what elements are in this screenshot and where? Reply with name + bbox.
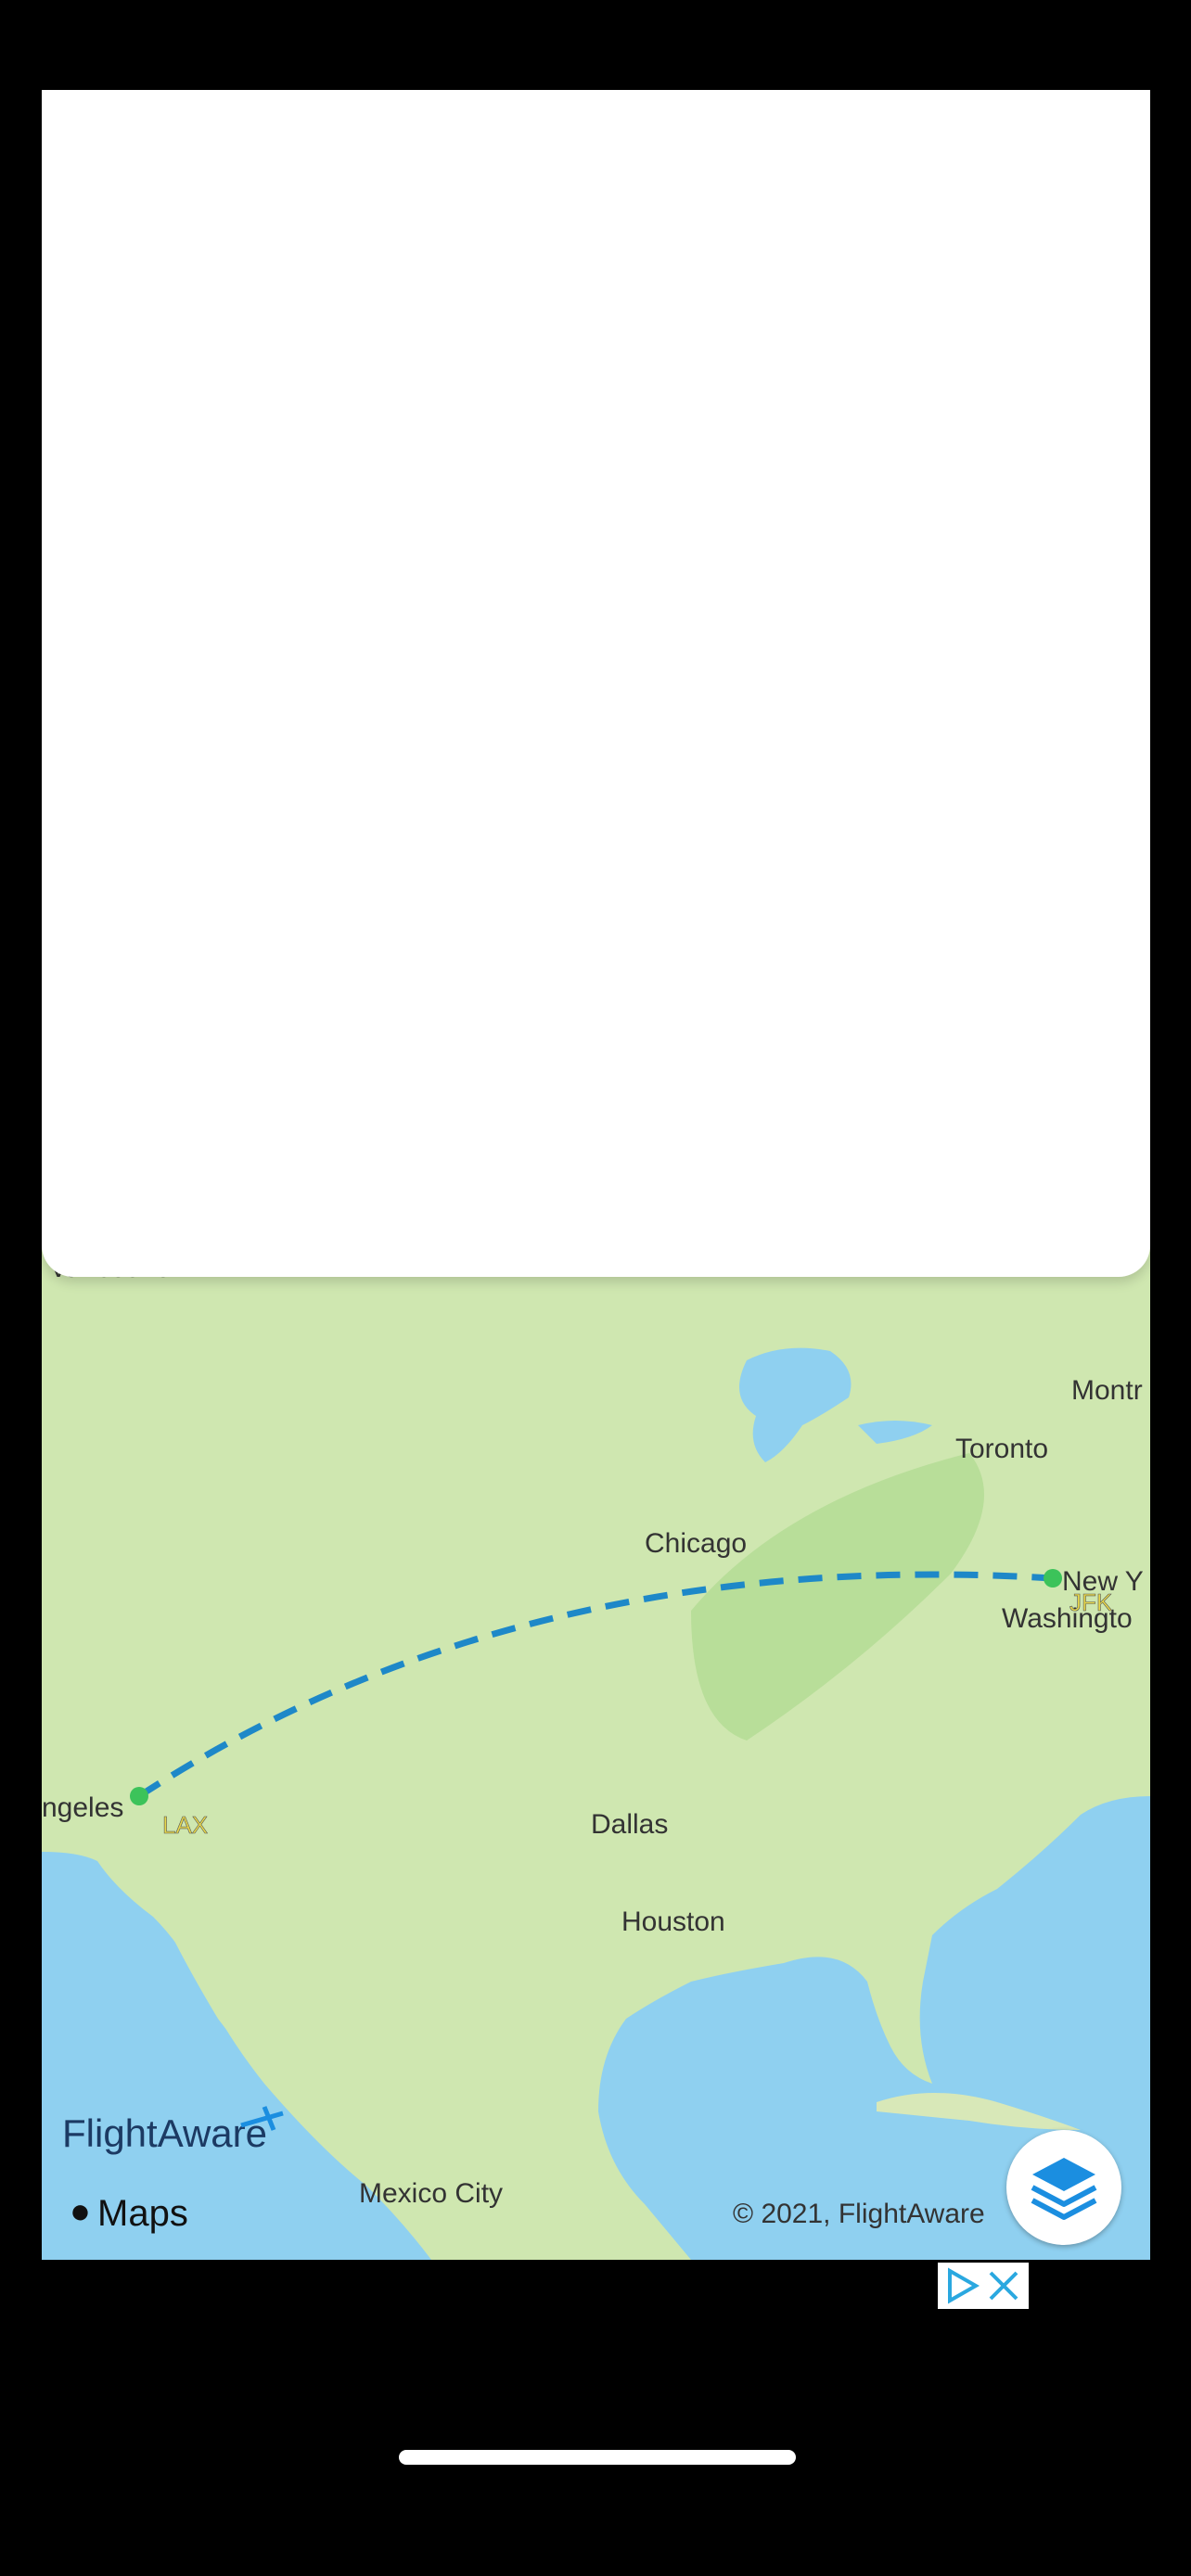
departure-airport-name[interactable]: John F Kennedy Intl bbox=[83, 707, 441, 751]
wifi-icon bbox=[981, 132, 1020, 161]
apple-logo-icon: ● bbox=[70, 2192, 91, 2231]
status-time[interactable]: 11:20 bbox=[120, 112, 281, 168]
departure-info: 11/26/2021 GATE 8 08:29AM EST JFK John F… bbox=[83, 465, 441, 796]
layers-icon bbox=[1031, 2158, 1097, 2220]
ad-choices-icon bbox=[948, 2267, 980, 2304]
apple-maps-credit: Maps bbox=[97, 2193, 188, 2234]
more-details-link[interactable]: More Details bbox=[42, 1017, 1150, 1064]
home-indicator[interactable] bbox=[399, 2450, 796, 2465]
city-chicago: Chicago bbox=[645, 1528, 747, 1559]
airport-tag-jfk: JFK bbox=[1069, 1588, 1113, 1616]
city-washington: Washingto bbox=[1002, 1603, 1133, 1634]
departure-date: 11/26/2021 bbox=[83, 468, 275, 512]
flight-code: AAL1 bbox=[523, 208, 669, 274]
flight-title-block: AAL1 A321 bbox=[42, 209, 1150, 309]
divider bbox=[42, 436, 1150, 439]
city-montreal: Montr bbox=[1071, 1375, 1143, 1406]
share-icon[interactable] bbox=[1038, 229, 1108, 300]
departure-airport-code[interactable]: JFK bbox=[83, 660, 441, 707]
airport-tag-lax: LAX bbox=[162, 1811, 208, 1839]
status-icons bbox=[917, 131, 1104, 162]
departure-time: 08:29AM EST bbox=[83, 570, 441, 634]
status-bar: 11:20 bbox=[42, 90, 1150, 192]
map-layers-button[interactable] bbox=[1006, 2130, 1121, 2245]
star-icon[interactable] bbox=[897, 229, 967, 300]
arrival-time: 12:00PM PST bbox=[751, 570, 1109, 634]
flight-status-text: Scheduled (in 18 hours 8 minutes) bbox=[271, 360, 921, 408]
arrival-gate: GATE 48A bbox=[921, 518, 1109, 562]
nav-bar: AAL1 A321 bbox=[42, 192, 1150, 350]
arrival-airport-name[interactable]: Los Angeles Intl bbox=[751, 707, 1109, 751]
lax-marker[interactable] bbox=[130, 1787, 148, 1805]
map-canvas[interactable]: NORTH AMERICA Vancouver Montr Toronto Ch… bbox=[42, 1147, 1150, 2260]
signal-icon bbox=[919, 134, 960, 160]
sheet-drag-handle[interactable] bbox=[517, 1164, 676, 1177]
city-dallas: Dallas bbox=[591, 1809, 668, 1840]
arrival-airport-code[interactable]: LAX bbox=[751, 660, 1109, 707]
bell-icon[interactable] bbox=[756, 229, 826, 300]
city-los-angeles: ngeles bbox=[42, 1792, 123, 1823]
app-screen: 11:20 AAL1 A321 Scheduled (in 18 hours 8… bbox=[42, 90, 1150, 2260]
arrival-info: 11/26/2021 GATE 48A 12:00PM PST LAX Los … bbox=[751, 465, 1109, 796]
close-icon[interactable] bbox=[989, 2271, 1018, 2301]
city-houston: Houston bbox=[621, 1906, 725, 1937]
city-vancouver: Vancouver bbox=[49, 1253, 180, 1283]
map-copyright: © 2021, FlightAware bbox=[733, 2199, 985, 2229]
back-arrow-icon[interactable] bbox=[73, 227, 147, 301]
aircraft-type: A321 bbox=[556, 272, 636, 310]
flight-map[interactable]: NORTH AMERICA Vancouver Montr Toronto Ch… bbox=[42, 90, 1150, 2260]
city-toronto: Toronto bbox=[955, 1434, 1048, 1464]
region-label-america: AMERICA bbox=[341, 1205, 614, 1246]
departure-city: New York, NY bbox=[83, 754, 301, 793]
departure-gate: GATE 8 bbox=[83, 518, 221, 562]
where-is-my-plane-button[interactable]: Where is my plane? bbox=[83, 823, 1110, 954]
arrival-date: 11/26/2021 bbox=[916, 468, 1109, 512]
city-mexico-city: Mexico City bbox=[359, 2178, 503, 2209]
ad-choices-badge[interactable] bbox=[938, 2263, 1029, 2309]
battery-icon bbox=[1038, 133, 1104, 160]
jfk-marker[interactable] bbox=[1044, 1569, 1062, 1588]
flightaware-logo: FlightAware bbox=[62, 2111, 267, 2155]
arrival-city: Los Angeles, CA bbox=[849, 754, 1109, 793]
